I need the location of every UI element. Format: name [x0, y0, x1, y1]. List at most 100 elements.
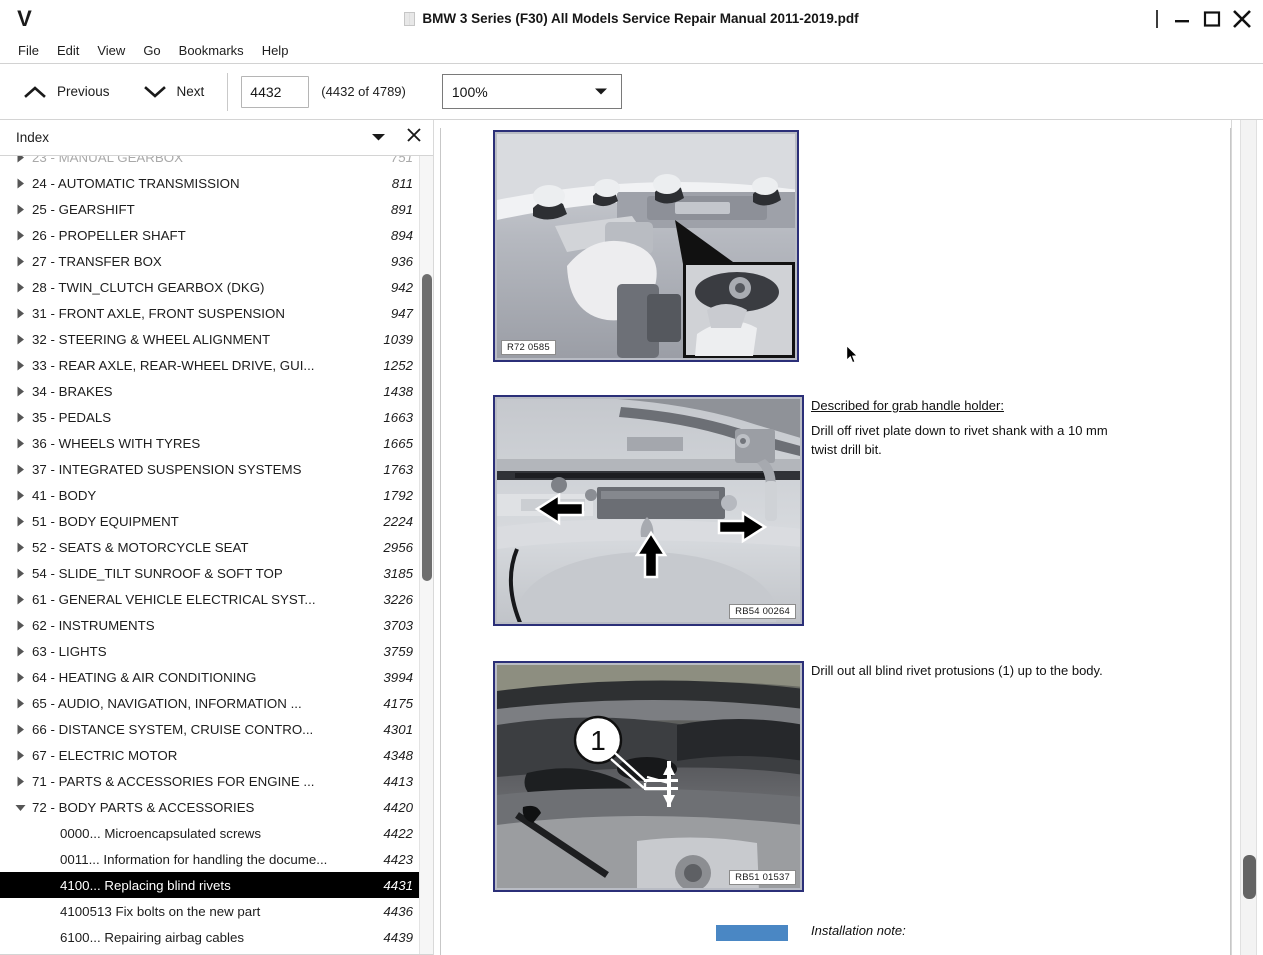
index-item[interactable]: 4100... Replacing blind rivets 4431 [0, 872, 419, 898]
expand-triangle-icon[interactable] [14, 645, 32, 658]
index-item[interactable]: 26 - PROPELLER SHAFT 894 [0, 222, 419, 248]
expand-triangle-icon[interactable] [14, 749, 32, 762]
index-item-label: 4100... Replacing blind rivets [60, 877, 231, 893]
minimize-button[interactable] [1167, 4, 1197, 34]
index-item[interactable]: 34 - BRAKES 1438 [0, 378, 419, 404]
expand-triangle-icon[interactable] [14, 156, 32, 164]
document-scrollbar-track[interactable] [1240, 120, 1257, 955]
index-tree[interactable]: 23 - MANUAL GEARBOX 751 24 - AUTOMATIC TRA… [0, 156, 419, 954]
pdf-reader-window: V BMW 3 Series (F30) All Models Service … [0, 0, 1263, 955]
document-icon [404, 11, 416, 26]
expand-triangle-icon[interactable] [14, 437, 32, 450]
expand-triangle-icon[interactable] [14, 463, 32, 476]
index-item-label: 27 - TRANSFER BOX [32, 253, 162, 269]
next-page-button[interactable]: Next [134, 80, 215, 103]
expand-triangle-icon[interactable] [14, 203, 32, 216]
pdf-page[interactable]: R72 0585 RB54 00264 1 RB51 01537 Describ… [440, 128, 1231, 955]
expand-triangle-icon[interactable] [14, 723, 32, 736]
index-item[interactable]: 51 - BODY EQUIPMENT 2224 [0, 508, 419, 534]
document-view: R72 0585 RB54 00264 1 RB51 01537 Describ… [434, 120, 1263, 955]
menu-edit[interactable]: Edit [48, 40, 88, 61]
expand-triangle-icon[interactable] [14, 567, 32, 580]
sidebar-scrollbar-thumb[interactable] [422, 274, 432, 581]
index-item[interactable]: 41 - BODY 1792 [0, 482, 419, 508]
sidebar-header: Index [0, 120, 433, 155]
expand-triangle-icon[interactable] [14, 489, 32, 502]
expand-triangle-icon[interactable] [14, 333, 32, 346]
index-item[interactable]: 54 - SLIDE_TILT SUNROOF & SOFT TOP 3185 [0, 560, 419, 586]
expand-triangle-icon[interactable] [14, 411, 32, 424]
zoom-level-value: 100% [451, 83, 488, 100]
title-bar: V BMW 3 Series (F30) All Models Service … [0, 0, 1263, 37]
sidebar-scrollbar[interactable] [419, 156, 433, 954]
zoom-level-select[interactable]: 100% [441, 74, 622, 109]
maximize-button[interactable] [1197, 4, 1227, 34]
expand-triangle-icon[interactable] [14, 697, 32, 710]
expand-triangle-icon[interactable] [14, 619, 32, 632]
index-item[interactable]: 72 - BODY PARTS & ACCESSORIES 4420 [0, 794, 419, 820]
index-item[interactable]: 63 - LIGHTS 3759 [0, 638, 419, 664]
index-item-label: 28 - TWIN_CLUTCH GEARBOX (DKG) [32, 279, 265, 295]
index-item-page: 1763 [383, 461, 413, 477]
expand-triangle-icon[interactable] [14, 177, 32, 190]
index-item[interactable]: 64 - HEATING & AIR CONDITIONING 3994 [0, 664, 419, 690]
expand-triangle-icon[interactable] [14, 775, 32, 788]
close-button[interactable] [1227, 4, 1257, 34]
index-item[interactable]: 52 - SEATS & MOTORCYCLE SEAT 2956 [0, 534, 419, 560]
index-item[interactable]: 0000... Microencapsulated screws 4422 [0, 820, 419, 846]
index-item-label: 4100513 Fix bolts on the new part [60, 903, 261, 919]
index-item[interactable]: 31 - FRONT AXLE, FRONT SUSPENSION 947 [0, 300, 419, 326]
figure-image [497, 134, 795, 358]
sidebar-close-button[interactable] [401, 125, 427, 151]
expand-triangle-icon[interactable] [14, 359, 32, 372]
index-item[interactable]: 37 - INTEGRATED SUSPENSION SYSTEMS 1763 [0, 456, 419, 482]
index-item[interactable]: 25 - GEARSHIFT 891 [0, 196, 419, 222]
collapse-triangle-icon[interactable] [14, 801, 32, 814]
index-item[interactable]: 65 - AUDIO, NAVIGATION, INFORMATION ... 4… [0, 690, 419, 716]
expand-triangle-icon[interactable] [14, 671, 32, 684]
index-item[interactable]: 27 - TRANSFER BOX 936 [0, 248, 419, 274]
index-item[interactable]: 67 - ELECTRIC MOTOR 4348 [0, 742, 419, 768]
index-item-label: 61 - GENERAL VEHICLE ELECTRICAL SYST... [32, 591, 316, 607]
expand-triangle-icon[interactable] [14, 541, 32, 554]
index-item-label: 6100... Repairing airbag cables [60, 929, 245, 945]
index-item[interactable]: 0011... Information for handling the doc… [0, 846, 419, 872]
instruction-block-1: Described for grab handle holder: Drill … [811, 396, 1123, 459]
document-scrollbar-thumb[interactable] [1243, 855, 1256, 899]
index-item[interactable]: 28 - TWIN_CLUTCH GEARBOX (DKG) 942 [0, 274, 419, 300]
expand-triangle-icon[interactable] [14, 385, 32, 398]
installation-note-label: Installation note: [811, 923, 906, 938]
expand-triangle-icon[interactable] [14, 255, 32, 268]
index-item[interactable]: 62 - INSTRUMENTS 3703 [0, 612, 419, 638]
sidebar-collapse-button[interactable] [365, 125, 391, 151]
menu-view[interactable]: View [88, 40, 134, 61]
index-item[interactable]: 6100... Repairing airbag cables 4439 [0, 924, 419, 950]
index-item[interactable]: 71 - PARTS & ACCESSORIES FOR ENGINE ... 4… [0, 768, 419, 794]
expand-triangle-icon[interactable] [14, 281, 32, 294]
index-item-page: 1039 [383, 331, 413, 347]
index-item[interactable]: 36 - WHEELS WITH TYRES 1665 [0, 430, 419, 456]
index-item[interactable]: 33 - REAR AXLE, REAR-WHEEL DRIVE, GUI...… [0, 352, 419, 378]
index-item-page: 1792 [383, 487, 413, 503]
expand-triangle-icon[interactable] [14, 593, 32, 606]
expand-triangle-icon[interactable] [14, 515, 32, 528]
sidebar-header-actions [365, 120, 427, 155]
index-item[interactable]: 35 - PEDALS 1663 [0, 404, 419, 430]
document-scrollbar[interactable] [1231, 120, 1263, 955]
figure-r72-0585: R72 0585 [493, 130, 799, 362]
index-item[interactable]: 4100513 Fix bolts on the new part 4436 [0, 898, 419, 924]
index-item[interactable]: 23 - MANUAL GEARBOX 751 [0, 156, 419, 170]
expand-triangle-icon[interactable] [14, 229, 32, 242]
index-item[interactable]: 32 - STEERING & WHEEL ALIGNMENT 1039 [0, 326, 419, 352]
index-item[interactable]: 24 - AUTOMATIC TRANSMISSION 811 [0, 170, 419, 196]
page-number-input[interactable] [241, 75, 310, 108]
expand-triangle-icon[interactable] [14, 307, 32, 320]
menu-go[interactable]: Go [134, 40, 169, 61]
index-item[interactable]: 66 - DISTANCE SYSTEM, CRUISE CONTRO... 43… [0, 716, 419, 742]
menu-file[interactable]: File [9, 40, 48, 61]
menu-bookmarks[interactable]: Bookmarks [170, 40, 253, 61]
previous-page-button[interactable]: Previous [14, 80, 120, 103]
index-item[interactable]: 61 - GENERAL VEHICLE ELECTRICAL SYST... 3… [0, 586, 419, 612]
menu-help[interactable]: Help [253, 40, 298, 61]
window-controls [1154, 0, 1257, 37]
